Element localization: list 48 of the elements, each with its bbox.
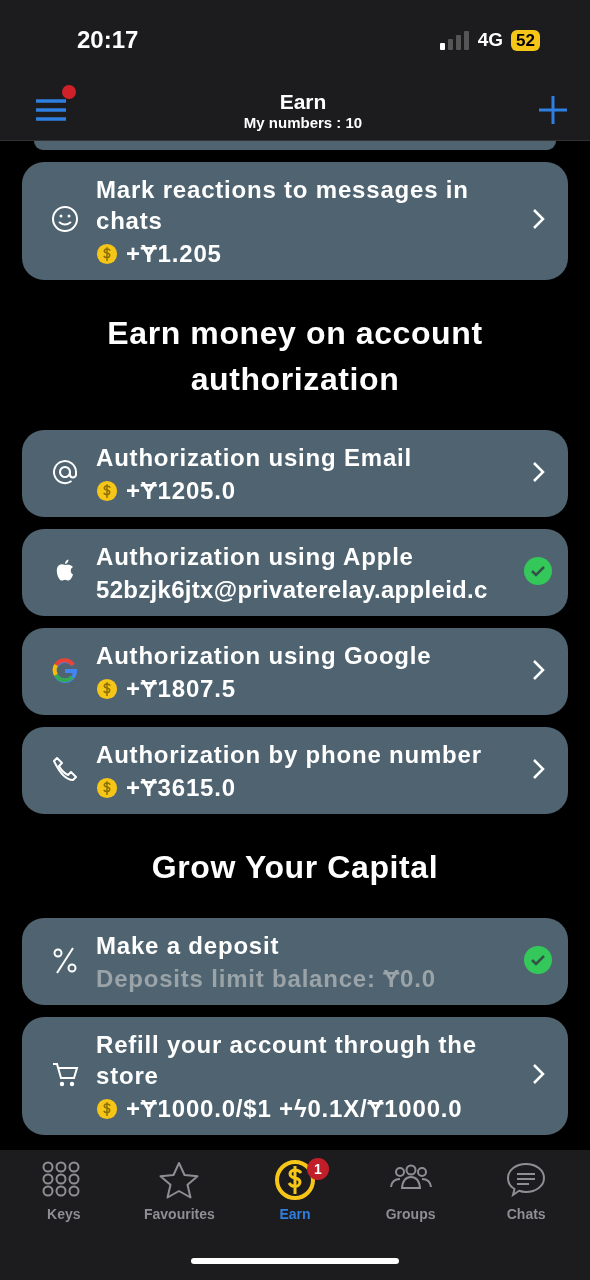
reward-amount: +Ɏ3615.0 (126, 774, 236, 802)
signal-icon (439, 30, 470, 50)
reward-amount: +Ɏ1205.0 (126, 477, 236, 505)
account-email: 52bzjk6jtx@privaterelay.appleid.c (96, 576, 488, 604)
screen-subtitle: My numbers : 10 (243, 113, 363, 131)
coin-icon (96, 243, 118, 265)
task-title: Authorization using Email (96, 443, 413, 473)
section-heading: Earn money on account authorization (106, 314, 484, 399)
task-card[interactable]: Authorization using Google +Ɏ1807.5 (22, 628, 568, 715)
google-logo-icon (51, 655, 79, 684)
screen-title: Earn (279, 89, 327, 114)
task-card[interactable]: Authorization by phone number +Ɏ3615.0 (22, 727, 568, 814)
at-sign-icon (51, 457, 79, 486)
task-card[interactable]: Make a deposit Deposits limit balance: Ɏ0.0 (22, 918, 568, 1005)
coin-icon (96, 777, 118, 799)
coin-icon (96, 480, 118, 502)
coin-icon (96, 678, 118, 700)
tab-item[interactable]: Earn 1 (245, 1160, 345, 1222)
reward-amount: +Ɏ1807.5 (126, 675, 236, 703)
reward-amount: +Ɏ1000.0/$1 +ϟ0.1X/Ɏ1000.0 (126, 1095, 463, 1123)
task-title: Authorization by phone number (96, 740, 483, 770)
task-title: Refill your account through the store (96, 1030, 478, 1091)
network-type: 4G (477, 29, 504, 51)
notification-badge: 1 (307, 1158, 329, 1180)
percent-icon (51, 945, 79, 974)
task-card[interactable]: Mark reactions to messages in chats +Ɏ1.205 (22, 162, 568, 280)
add-icon[interactable] (538, 95, 568, 125)
reward-amount: +Ɏ1.205 (126, 240, 222, 268)
coin-icon (96, 1098, 118, 1120)
task-title: Authorization using Apple (96, 542, 415, 572)
task-title: Mark reactions to messages in chats (96, 175, 470, 236)
task-title: Make a deposit (96, 931, 281, 961)
section-heading: Grow Your Capital (150, 848, 440, 887)
tab-item[interactable]: Groups (360, 1160, 461, 1222)
deposit-limit: Deposits limit balance: Ɏ0.0 (96, 965, 436, 993)
task-title: Authorization using Google (96, 641, 433, 671)
task-card[interactable]: Refill your account through the store +Ɏ1000.0/$1 +ϟ0.1X/Ɏ1000.0 (22, 1017, 568, 1135)
menu-icon[interactable] (36, 97, 68, 123)
cart-icon (51, 1060, 79, 1088)
tab-item[interactable]: Favourites (129, 1160, 230, 1222)
task-card[interactable]: Authorization using Apple 52bzjk6jtx@privaterelay.appleid.c (22, 529, 568, 616)
tab-item[interactable]: Keys (13, 1160, 114, 1222)
tab-item[interactable]: Chats (476, 1160, 577, 1222)
status-time: 20:17 (77, 26, 139, 54)
battery-level: 52 (511, 29, 540, 51)
smiley-icon (51, 205, 79, 233)
phone-icon (51, 754, 79, 783)
task-card[interactable]: Authorization using Email +Ɏ1205.0 (22, 430, 568, 517)
